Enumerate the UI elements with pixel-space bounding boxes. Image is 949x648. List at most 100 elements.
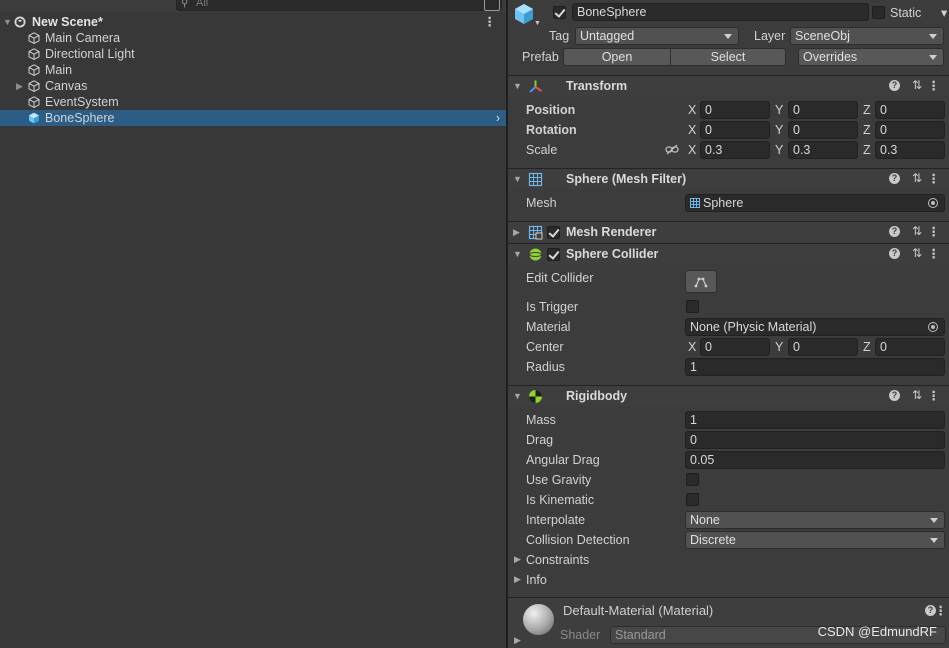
gameobject-icon (29, 112, 39, 124)
prefab-overrides-dropdown[interactable]: Overrides (798, 48, 944, 66)
interpolate-value: None (690, 513, 720, 527)
foldout-arrow-icon[interactable]: ▼ (513, 391, 522, 401)
hierarchy-item[interactable]: BoneSphere › (0, 110, 506, 126)
rotation-z-field[interactable]: 0 (875, 121, 945, 139)
object-picker-icon[interactable] (928, 198, 938, 208)
help-icon[interactable]: ? (889, 173, 900, 184)
active-checkbox[interactable] (553, 6, 566, 19)
prefab-open-button[interactable]: Open (563, 48, 671, 66)
gameobject-icon (28, 48, 40, 60)
radius-field[interactable]: 1 (685, 358, 945, 376)
gameobject-cube-icon (515, 4, 533, 24)
mesh-icon (690, 198, 700, 208)
preset-icon[interactable]: ⇅ (912, 246, 922, 260)
collider-material-field[interactable]: None (Physic Material) (685, 318, 945, 336)
preset-icon[interactable]: ⇅ (912, 388, 922, 402)
icon-dropdown-icon[interactable]: ▼ (534, 20, 541, 27)
drag-field[interactable]: 0 (685, 431, 945, 449)
expand-arrow-icon[interactable]: ▼ (3, 14, 12, 30)
interpolate-dropdown[interactable]: None (685, 511, 945, 529)
center-z-field[interactable]: 0 (875, 338, 945, 356)
position-y-field[interactable]: 0 (788, 101, 858, 119)
prefab-select-button[interactable]: Select (670, 48, 786, 66)
chevron-right-icon[interactable]: › (496, 110, 500, 126)
mesh-renderer-header[interactable]: ▶ Mesh Renderer ? ⇅ ⋮ (508, 221, 949, 242)
shader-label: Shader (560, 628, 601, 642)
position-x-field[interactable]: 0 (700, 101, 770, 119)
hierarchy-item[interactable]: Main (0, 62, 506, 78)
mesh-renderer-enabled-checkbox[interactable] (547, 226, 560, 239)
sphere-collider-header[interactable]: ▼ Sphere Collider ? ⇅ ⋮ (508, 243, 949, 264)
scale-x-field[interactable]: 0.3 (700, 141, 770, 159)
foldout-arrow-icon[interactable]: ▼ (513, 81, 522, 91)
rigidbody-header[interactable]: ▼ Rigidbody ? ⇅ ⋮ (508, 385, 949, 406)
help-icon[interactable]: ? (889, 390, 900, 401)
foldout-arrow-icon[interactable]: ▶ (513, 227, 520, 238)
info-label[interactable]: Info (526, 572, 547, 588)
constraints-foldout-icon[interactable]: ▶ (514, 554, 521, 565)
object-picker-icon[interactable] (928, 322, 938, 332)
axis-z-label: Z (863, 123, 871, 137)
constrain-proportions-icon[interactable] (665, 144, 679, 155)
hierarchy-item[interactable]: Directional Light (0, 46, 506, 62)
static-checkbox[interactable] (872, 6, 885, 19)
help-icon[interactable]: ? (889, 80, 900, 91)
is-trigger-checkbox[interactable] (686, 300, 699, 313)
info-foldout-icon[interactable]: ▶ (514, 574, 521, 585)
preset-icon[interactable]: ⇅ (912, 78, 922, 92)
component-menu-icon[interactable]: ⋮ (928, 388, 941, 403)
collision-detection-dropdown[interactable]: Discrete (685, 531, 945, 549)
static-dropdown-icon[interactable]: ▾ (941, 5, 947, 21)
foldout-arrow-icon[interactable]: ▼ (513, 249, 522, 259)
hierarchy-item-label: Main Camera (45, 31, 121, 45)
expand-arrow-icon[interactable]: ▶ (16, 78, 23, 94)
component-menu-icon[interactable]: ⋮ (928, 171, 941, 186)
hierarchy-item[interactable]: EventSystem (0, 94, 506, 110)
component-menu-icon[interactable]: ⋮ (928, 246, 941, 261)
hierarchy-item[interactable]: Main Camera (0, 30, 506, 46)
material-foldout-icon[interactable]: ▶ (514, 635, 521, 646)
scale-y-field[interactable]: 0.3 (788, 141, 858, 159)
tag-dropdown[interactable]: Untagged (575, 27, 739, 45)
mesh-filter-header[interactable]: ▼ Sphere (Mesh Filter) ? ⇅ ⋮ (508, 168, 949, 189)
component-menu-icon[interactable]: ⋮ (928, 224, 941, 239)
center-y-field[interactable]: 0 (788, 338, 858, 356)
material-menu-icon[interactable]: ⋮ (935, 603, 948, 618)
use-gravity-checkbox[interactable] (686, 473, 699, 486)
radius-label: Radius (526, 360, 565, 374)
foldout-arrow-icon[interactable]: ▼ (513, 174, 522, 184)
transform-title: Transform (566, 79, 628, 93)
hierarchy-item[interactable]: ▶ Canvas (0, 78, 506, 94)
collision-detection-label: Collision Detection (526, 533, 630, 547)
object-name-field[interactable]: BoneSphere (572, 3, 869, 21)
center-x-field[interactable]: 0 (700, 338, 770, 356)
hierarchy-item-label: Canvas (45, 79, 88, 93)
scene-menu-icon[interactable]: ⋮ (484, 14, 497, 30)
mass-label: Mass (526, 413, 556, 427)
rotation-y-field[interactable]: 0 (788, 121, 858, 139)
help-icon[interactable]: ? (889, 226, 900, 237)
sphere-collider-enabled-checkbox[interactable] (547, 248, 560, 261)
is-kinematic-checkbox[interactable] (686, 493, 699, 506)
layer-dropdown[interactable]: SceneObj (790, 27, 944, 45)
hierarchy-search-input[interactable]: ⚲ All (176, 0, 502, 11)
angular-drag-field[interactable]: 0.05 (685, 451, 945, 469)
scale-z-field[interactable]: 0.3 (875, 141, 945, 159)
scene-row[interactable]: ▼ New Scene* ⋮ (0, 14, 506, 30)
material-section: ▶ Default-Material (Material) ? ⋮ Shader… (508, 597, 949, 648)
position-z-field[interactable]: 0 (875, 101, 945, 119)
mass-field[interactable]: 1 (685, 411, 945, 429)
transform-header[interactable]: ▼ Transform ? ⇅ ⋮ (508, 75, 949, 96)
lock-icon[interactable] (484, 0, 500, 11)
mesh-object-field[interactable]: Sphere (685, 194, 945, 212)
help-icon[interactable]: ? (889, 248, 900, 259)
constraints-label[interactable]: Constraints (526, 552, 589, 568)
component-menu-icon[interactable]: ⋮ (928, 78, 941, 93)
shader-value: Standard (615, 628, 666, 642)
preset-icon[interactable]: ⇅ (912, 224, 922, 238)
edit-collider-button[interactable] (685, 270, 717, 293)
chevron-down-icon (930, 518, 938, 523)
rotation-x-field[interactable]: 0 (700, 121, 770, 139)
watermark: CSDN @EdmundRF (817, 624, 937, 639)
preset-icon[interactable]: ⇅ (912, 171, 922, 185)
